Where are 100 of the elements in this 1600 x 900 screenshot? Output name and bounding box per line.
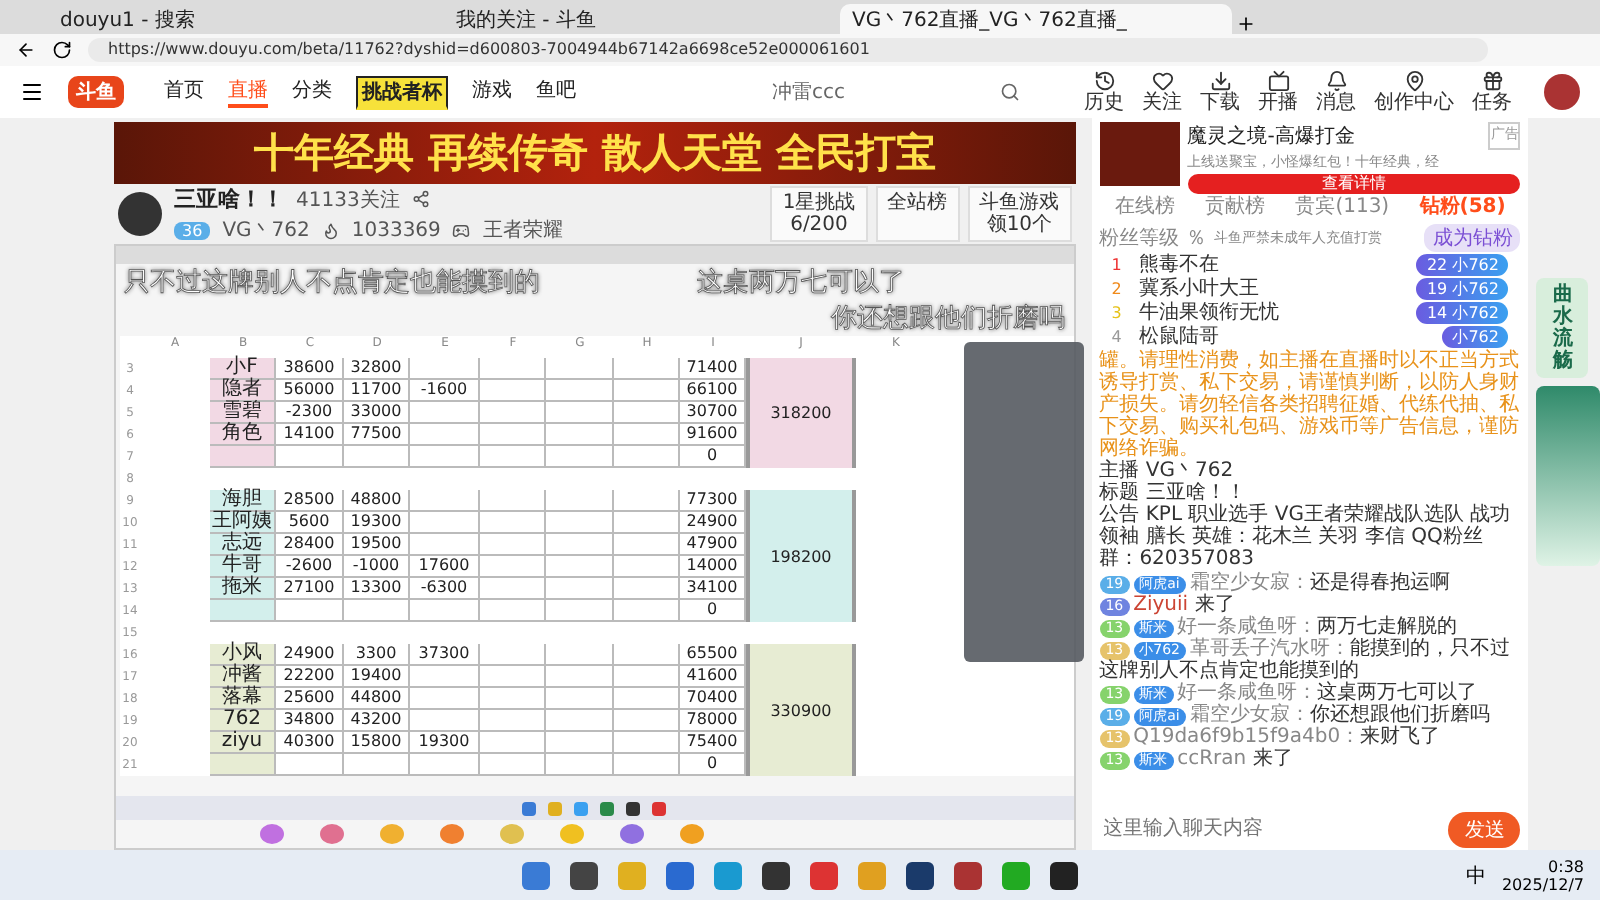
table-cell: 11700 — [344, 380, 410, 402]
table-cell: 330900 — [746, 644, 856, 776]
app-icon[interactable] — [570, 861, 598, 889]
rank-number: 4 — [1111, 327, 1124, 345]
menu-icon[interactable] — [20, 80, 44, 104]
chat-input[interactable]: 这里输入聊天内容 — [1099, 816, 1437, 842]
streamer-avatar — [118, 192, 162, 236]
table-cell: 24900 — [680, 512, 746, 534]
table-cell: 56000 — [276, 380, 344, 402]
table-cell: 70400 — [680, 688, 746, 710]
table-cell: 19500 — [344, 534, 410, 556]
header-action[interactable]: 创作中心 — [1374, 70, 1454, 114]
table-cell: 28500 — [276, 490, 344, 512]
hot-count: 1033369 — [351, 219, 441, 241]
header-action[interactable]: 任务 — [1472, 70, 1512, 114]
danmaku-text: 你还想跟他们折磨吗 — [831, 301, 1066, 336]
safety-notice: 罐。请理性消费，如主播在直播时以不正当方式诱导打赏、私下交易，请谨慎判断，以防人身财产损失。请勿轻信各类招聘征婚、代练代抽、私下交易、购买礼包码、游戏币等广告信息，谨防网络诈骗。 — [1099, 350, 1521, 460]
table-cell: -1000 — [344, 556, 410, 578]
reload-icon[interactable] — [52, 40, 72, 60]
header-action[interactable]: 开播 — [1258, 70, 1298, 114]
stat-button[interactable]: 1星挑战 6/200 — [770, 186, 868, 242]
rank-number: 1 — [1111, 255, 1124, 273]
table-cell: 19400 — [344, 666, 410, 688]
table-cell: 拖米 — [210, 578, 276, 600]
table-cell: 78000 — [680, 710, 746, 732]
stat-button[interactable]: 全站榜 — [875, 186, 960, 242]
search-field[interactable]: 冲雷ccc — [632, 76, 1032, 108]
table-cell: 48800 — [344, 490, 410, 512]
rank-tab[interactable]: 贵宾(113) — [1295, 192, 1390, 220]
ad-title: 魔灵之境-高爆打金 — [1187, 123, 1355, 150]
header-action[interactable]: 消息 — [1316, 70, 1356, 114]
category-link[interactable]: 王者荣耀 — [482, 216, 563, 244]
clock[interactable]: 0:38 2025/12/7 — [1501, 857, 1584, 893]
gift-icon[interactable] — [620, 824, 644, 844]
rank-number: 2 — [1111, 279, 1124, 297]
table-cell: 隐者 — [210, 380, 276, 402]
table-cell: -6300 — [410, 578, 480, 600]
table-cell: 小F — [210, 358, 276, 380]
table-cell: 198200 — [746, 490, 856, 622]
address-bar[interactable]: https://www.douyu.com/beta/11762?dyshid=d600803-7004944b67142a6698ce52e000061601 — [88, 38, 1488, 62]
table-cell: 43200 — [344, 710, 410, 732]
fan-name: 牛油果领衔无忧 — [1139, 299, 1280, 325]
promo-artwork[interactable] — [1536, 386, 1600, 566]
download-icon[interactable] — [1209, 70, 1231, 92]
nav-link[interactable]: 分类 — [292, 76, 332, 108]
user-avatar[interactable] — [1544, 74, 1580, 110]
ime-indicator[interactable]: 中 — [1465, 861, 1486, 889]
ad-image — [1099, 122, 1180, 186]
site-logo[interactable]: 斗鱼 — [68, 76, 124, 108]
table-cell: -1600 — [410, 380, 480, 402]
table-cell: -2300 — [276, 402, 344, 424]
browser-tab[interactable]: VG丶762直播_VG丶762直播_ — [840, 4, 1232, 34]
browser-tab[interactable]: 我的关注 - 斗鱼 — [444, 4, 836, 34]
room-info: 标题 三亚啥！！ — [1099, 482, 1246, 504]
table-cell: 14000 — [680, 556, 746, 578]
table-cell: 75400 — [680, 732, 746, 754]
nav-link[interactable]: 鱼吧 — [536, 76, 576, 108]
table-cell: 77500 — [344, 424, 410, 446]
app-icon[interactable] — [1050, 861, 1078, 889]
gift-icon[interactable] — [260, 824, 284, 844]
room-info: 公告 KPL 职业选手 VG王者荣耀战队选队 战功领袖 膳长 英雄：花木兰 关羽 李信 QQ粉丝群：620357083 — [1099, 504, 1513, 570]
nav-link[interactable]: 挑战者杯 — [356, 75, 448, 109]
header-action[interactable]: 历史 — [1084, 70, 1124, 114]
details-button[interactable]: 查看详情 — [1187, 174, 1521, 194]
ad-banner[interactable]: 十年经典 再续传奇 散人天堂 全民打宝 — [114, 122, 1076, 184]
room-info: 主播 VG丶762 — [1099, 460, 1236, 482]
app-icon[interactable] — [906, 861, 934, 889]
fan-badge: 小762 — [1442, 325, 1509, 347]
nav-link[interactable]: 首页 — [164, 76, 204, 108]
rank-tab[interactable]: 贡献榜 — [1204, 192, 1265, 220]
gift-icon[interactable] — [320, 824, 344, 844]
table-cell: 0 — [680, 446, 746, 468]
new-tab-icon[interactable] — [1236, 14, 1256, 34]
stat-button[interactable]: 斗鱼游戏 领10个 — [967, 186, 1072, 242]
table-cell: 34800 — [276, 710, 344, 732]
table-cell: 27100 — [276, 578, 344, 600]
history-icon[interactable] — [1093, 70, 1115, 92]
table-cell: 王阿姨 — [210, 512, 276, 534]
table-cell: -2600 — [276, 556, 344, 578]
join-button[interactable]: 成为钻粉 — [1424, 224, 1521, 252]
gamepad-icon — [452, 221, 471, 239]
app-icon[interactable] — [762, 861, 790, 889]
browser-tab[interactable]: douyu1 - 搜索 — [48, 4, 440, 34]
share-icon[interactable] — [411, 190, 430, 208]
nav-link[interactable]: 游戏 — [472, 76, 512, 108]
table-cell: 44800 — [344, 688, 410, 710]
table-cell: ziyu — [210, 732, 276, 754]
header-action[interactable]: 下载 — [1200, 70, 1240, 114]
table-cell: 47900 — [680, 534, 746, 556]
search-icon[interactable] — [1000, 82, 1020, 102]
header-action[interactable]: 关注 — [1142, 70, 1182, 114]
table-cell: 0 — [680, 600, 746, 622]
back-icon[interactable] — [16, 40, 36, 60]
promo-banner[interactable]: 曲水流觞 — [1536, 278, 1589, 378]
table-cell: 15800 — [344, 732, 410, 754]
danmaku-text: 只不过这牌别人不点肯定也能摸到的 — [124, 265, 540, 300]
fan-name: 熊毒不在 — [1139, 251, 1220, 277]
danmaku-text: 这桌两万七可以了 — [697, 265, 906, 300]
rank-tab[interactable]: 在线榜 — [1114, 192, 1175, 220]
fan-level-label: 粉丝等级 ％ — [1099, 225, 1206, 252]
